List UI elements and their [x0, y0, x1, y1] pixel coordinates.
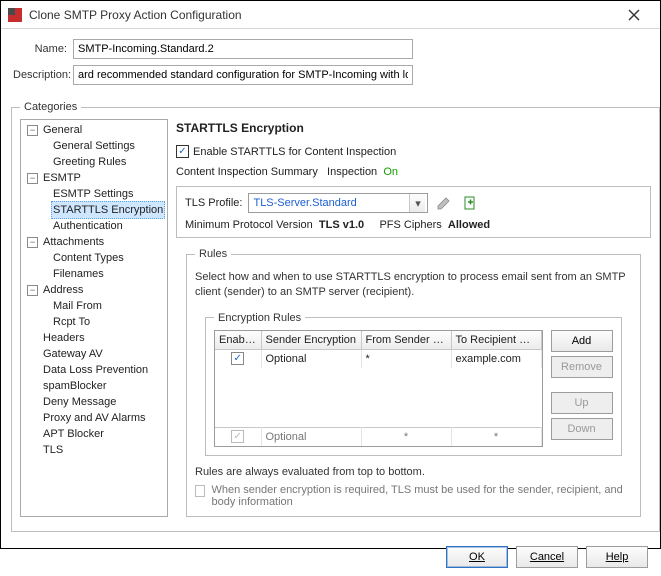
- settings-pane: STARTTLS Encryption ✓ Enable STARTTLS fo…: [176, 119, 651, 523]
- tree-authentication[interactable]: Authentication: [51, 218, 125, 234]
- description-label: Description:: [13, 69, 73, 81]
- tree-deny-message[interactable]: Deny Message: [41, 394, 118, 410]
- rules-group: Rules Select how and when to use STARTTL…: [186, 248, 641, 517]
- tree-content-types[interactable]: Content Types: [51, 250, 126, 266]
- down-button[interactable]: Down: [551, 418, 613, 440]
- tree-rcpt-to[interactable]: Rcpt To: [51, 314, 92, 330]
- col-enabled[interactable]: Enabled: [215, 331, 261, 350]
- encryption-rules-legend: Encryption Rules: [214, 312, 305, 324]
- tree-headers[interactable]: Headers: [41, 330, 87, 346]
- categories-group: Categories −General General Settings Gre…: [11, 101, 660, 532]
- tls-profile-box: TLS Profile: TLS-Server.Standard ▾ Minim…: [176, 186, 651, 238]
- edit-profile-icon[interactable]: [434, 193, 454, 213]
- app-icon: [7, 7, 23, 23]
- close-icon[interactable]: [614, 2, 654, 28]
- cell-sender-enc: Optional: [261, 428, 361, 446]
- encryption-rules-group: Encryption Rules Enabled Sender Encrypti…: [205, 312, 622, 456]
- enable-starttls-label: Enable STARTTLS for Content Inspection: [193, 146, 396, 158]
- cell-to-recipient[interactable]: example.com: [451, 350, 541, 368]
- tree-dlp[interactable]: Data Loss Prevention: [41, 362, 150, 378]
- tree-esmtp[interactable]: ESMTP: [41, 170, 83, 186]
- inspection-label: Inspection: [327, 166, 377, 178]
- tree-general-settings[interactable]: General Settings: [51, 138, 137, 154]
- pfs-label: PFS Ciphers: [379, 219, 441, 231]
- up-button[interactable]: Up: [551, 392, 613, 414]
- tree-attachments[interactable]: Attachments: [41, 234, 106, 250]
- content-inspection-summary: Content Inspection Summary Inspection On: [176, 162, 651, 178]
- chevron-down-icon[interactable]: ▾: [409, 194, 425, 212]
- titlebar: Clone SMTP Proxy Action Configuration: [1, 1, 660, 29]
- header-fields: Name: Description:: [1, 29, 660, 97]
- tree-apt-blocker[interactable]: APT Blocker: [41, 426, 106, 442]
- add-profile-icon[interactable]: [460, 193, 480, 213]
- tree-tls[interactable]: TLS: [41, 442, 65, 458]
- tls-profile-select[interactable]: TLS-Server.Standard ▾: [248, 193, 428, 213]
- profile-status-row: Minimum Protocol Version TLS v1.0 PFS Ci…: [185, 213, 642, 231]
- min-proto-value: TLS v1.0: [319, 219, 364, 231]
- name-label: Name:: [13, 43, 73, 55]
- tls-profile-label: TLS Profile:: [185, 197, 242, 209]
- col-sender-encryption[interactable]: Sender Encryption: [261, 331, 361, 350]
- expander-icon[interactable]: −: [27, 237, 38, 248]
- tree-greeting-rules[interactable]: Greeting Rules: [51, 154, 128, 170]
- table-default-row: ✓ Optional * * Allowed: [215, 428, 541, 446]
- table-row[interactable]: ✓ Optional * example.com Preferred: [215, 350, 541, 368]
- tree-mail-from[interactable]: Mail From: [51, 298, 104, 314]
- tree-filenames[interactable]: Filenames: [51, 266, 106, 282]
- tls-profile-value: TLS-Server.Standard: [253, 197, 409, 209]
- expander-icon[interactable]: −: [27, 125, 38, 136]
- tree-spamblocker[interactable]: spamBlocker: [41, 378, 109, 394]
- grid-header-row: Enabled Sender Encryption From Sender Do…: [215, 331, 541, 350]
- category-tree[interactable]: −General General Settings Greeting Rules…: [20, 119, 168, 517]
- enable-starttls-checkbox[interactable]: ✓: [176, 145, 189, 158]
- row-enabled-checkbox[interactable]: ✓: [231, 352, 244, 365]
- rules-grid[interactable]: Enabled Sender Encryption From Sender Do…: [214, 330, 543, 447]
- col-from-sender[interactable]: From Sender Do...: [361, 331, 451, 350]
- add-button[interactable]: Add: [551, 330, 613, 352]
- min-proto-label: Minimum Protocol Version: [185, 219, 313, 231]
- tree-starttls-encryption[interactable]: STARTTLS Encryption: [51, 201, 165, 219]
- tree-esmtp-settings[interactable]: ESMTP Settings: [51, 186, 136, 202]
- rule-buttons: Add Remove Up Down: [551, 330, 613, 447]
- tree-proxy-av-alarms[interactable]: Proxy and AV Alarms: [41, 410, 148, 426]
- expander-icon[interactable]: −: [27, 173, 38, 184]
- cell-from-sender: *: [361, 428, 451, 446]
- cell-to-recipient: *: [451, 428, 541, 446]
- name-input[interactable]: [73, 39, 413, 59]
- rules-legend: Rules: [195, 248, 231, 260]
- tree-gateway-av[interactable]: Gateway AV: [41, 346, 105, 362]
- rules-description: Select how and when to use STARTTLS encr…: [195, 264, 632, 308]
- row-enabled-checkbox: ✓: [231, 430, 244, 443]
- eval-note: Rules are always evaluated from top to b…: [195, 462, 632, 478]
- pfs-value: Allowed: [448, 219, 490, 231]
- inspection-status: On: [383, 166, 398, 178]
- col-to-recipient[interactable]: To Recipient Do...: [451, 331, 541, 350]
- tree-general[interactable]: General: [41, 122, 84, 138]
- tls-required-checkbox[interactable]: [195, 485, 205, 497]
- tree-address[interactable]: Address: [41, 282, 85, 298]
- cell-from-sender[interactable]: *: [361, 350, 451, 368]
- description-input[interactable]: [73, 65, 413, 85]
- pane-title: STARTTLS Encryption: [176, 119, 651, 135]
- tls-required-note: When sender encryption is required, TLS …: [211, 484, 631, 508]
- window-title: Clone SMTP Proxy Action Configuration: [29, 8, 614, 22]
- cell-sender-enc[interactable]: Optional: [261, 350, 361, 368]
- remove-button[interactable]: Remove: [551, 356, 613, 378]
- summary-label: Content Inspection Summary: [176, 166, 318, 178]
- expander-icon[interactable]: −: [27, 285, 38, 296]
- categories-legend: Categories: [20, 101, 81, 113]
- dialog-buttons: OK Cancel Help: [1, 538, 660, 576]
